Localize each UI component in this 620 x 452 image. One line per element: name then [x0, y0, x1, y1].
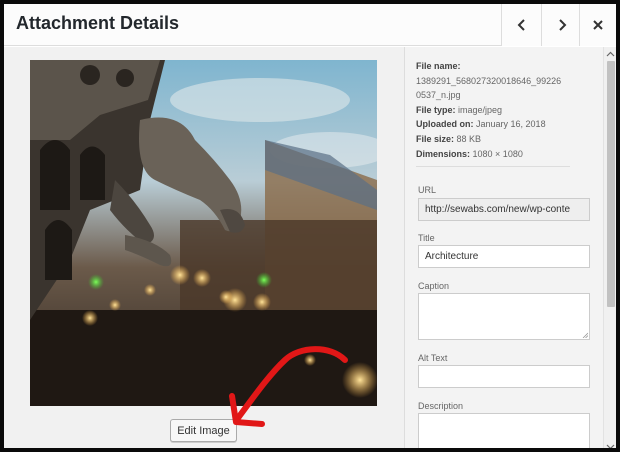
attachment-details-modal: Attachment Details Edit Image File name:… [0, 0, 620, 452]
dimensions-row: Dimensions: 1080 × 1080 [416, 147, 596, 162]
file-size-row: File size: 88 KB [416, 132, 596, 147]
attachment-details-sidebar: File name: 1389291_568027320018646_99226… [404, 47, 616, 448]
chevron-left-icon [517, 19, 525, 31]
file-size-label: File size: [416, 133, 455, 144]
file-name-value: 1389291_568027320018646_992260537_n.jpg [416, 75, 562, 101]
next-attachment-button[interactable] [541, 4, 581, 46]
sidebar-scrollbar[interactable] [603, 47, 616, 451]
title-label: Title [418, 233, 435, 243]
url-field[interactable]: http://sewabs.com/new/wp-conte [418, 198, 590, 221]
caption-field[interactable] [418, 293, 590, 340]
chevron-right-icon [558, 19, 566, 31]
dimensions-label: Dimensions: [416, 148, 471, 159]
modal-title: Attachment Details [16, 13, 180, 33]
scrollbar-thumb[interactable] [607, 61, 615, 307]
file-type-label: File type: [416, 104, 456, 115]
modal-header: Attachment Details [4, 4, 616, 46]
alt-text-label: Alt Text [418, 353, 448, 363]
media-preview-area: Edit Image [4, 47, 404, 448]
file-type-value: image/jpeg [458, 104, 503, 115]
details-divider [416, 166, 570, 167]
uploaded-row: Uploaded on: January 16, 2018 [416, 117, 596, 132]
file-info: File name: 1389291_568027320018646_99226… [416, 59, 596, 161]
resize-handle-icon[interactable] [582, 332, 588, 338]
caption-label: Caption [418, 281, 450, 291]
edit-image-button[interactable]: Edit Image [170, 419, 237, 442]
attachment-image [30, 60, 377, 406]
close-button[interactable] [579, 4, 616, 46]
url-label: URL [418, 185, 437, 195]
scroll-down-icon[interactable] [606, 442, 615, 451]
alt-text-field[interactable] [418, 365, 590, 388]
close-icon [593, 20, 603, 30]
description-field[interactable] [418, 413, 590, 448]
file-name-row: File name: [416, 59, 596, 74]
uploaded-label: Uploaded on: [416, 119, 474, 130]
file-size-value: 88 KB [456, 133, 482, 144]
uploaded-value: January 16, 2018 [476, 119, 546, 130]
scroll-up-icon[interactable] [606, 50, 615, 59]
dimensions-value: 1080 × 1080 [472, 148, 523, 159]
title-field[interactable]: Architecture [418, 245, 590, 268]
file-name-label: File name: [416, 61, 461, 71]
description-label: Description [418, 401, 464, 411]
previous-attachment-button[interactable] [501, 4, 541, 46]
file-type-row: File type: image/jpeg [416, 103, 596, 118]
